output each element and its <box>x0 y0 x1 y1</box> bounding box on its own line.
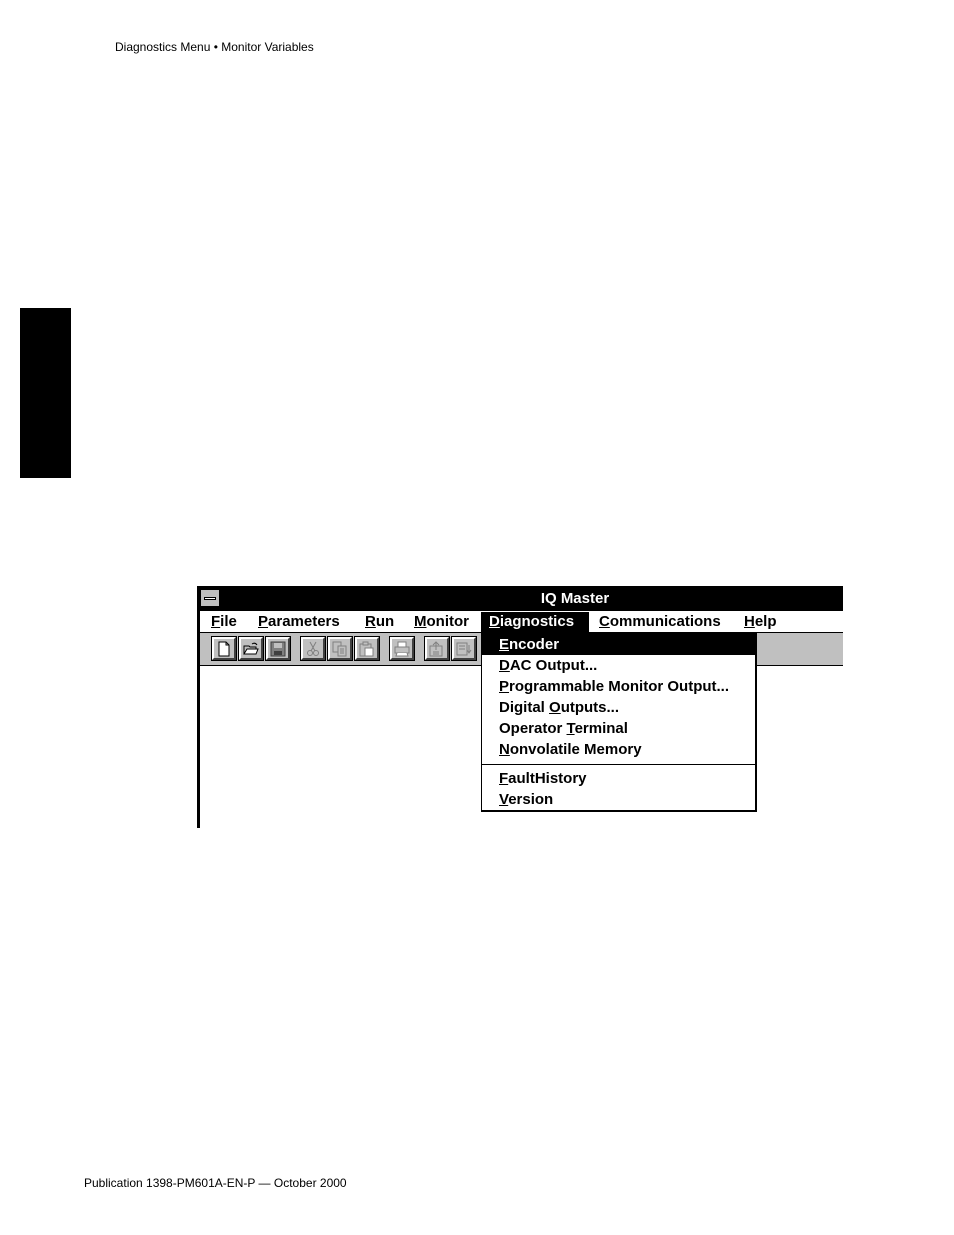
menu-run-label: un <box>375 613 395 630</box>
menu-file[interactable]: File <box>203 612 245 632</box>
menu-item-programmable-monitor-output-mnemonic: P <box>499 678 510 695</box>
menu-item-encoder-mnemonic: E <box>499 636 510 653</box>
download-button[interactable] <box>451 636 477 661</box>
iq-master-window: IQ Master File Parameters Run Monitor Di… <box>197 586 843 828</box>
menu-item-operator-terminal-mnemonic: T <box>566 720 575 737</box>
page-footer: Publication 1398-PM601A-EN-P — October 2… <box>84 1176 347 1190</box>
menu-parameters-label: arameters <box>268 613 340 630</box>
menu-parameters-mnemonic: P <box>258 613 269 630</box>
menu-bar: File Parameters Run Monitor Diagnostics … <box>200 611 843 633</box>
menu-item-nonvolatile-memory-mnemonic: N <box>499 741 510 758</box>
new-file-button[interactable] <box>211 636 237 661</box>
paste-button[interactable] <box>354 636 380 661</box>
menu-item-dac-output[interactable]: DAC Output... <box>482 655 756 676</box>
menu-run[interactable]: Run <box>357 612 402 632</box>
copy-icon <box>332 641 347 657</box>
window-title: IQ Master <box>540 590 610 607</box>
save-disk-icon <box>270 641 286 657</box>
menu-item-fault-history-mnemonic: F <box>499 770 509 787</box>
menu-item-fault-history[interactable]: FaultHistory <box>482 768 756 789</box>
menu-monitor[interactable]: Monitor <box>406 612 477 632</box>
paste-icon <box>359 641 374 657</box>
menu-item-operator-terminal-pre: Operator <box>499 720 567 737</box>
menu-diagnostics-label: iagnostics <box>499 613 575 630</box>
menu-item-fault-history-label: aultHistory <box>508 770 587 787</box>
menu-help[interactable]: Help <box>736 612 785 632</box>
menu-diagnostics[interactable]: Diagnostics <box>481 612 589 632</box>
menu-item-version[interactable]: Version <box>482 789 756 810</box>
cut-scissors-icon <box>307 641 319 656</box>
menu-item-operator-terminal-label: erminal <box>574 720 628 737</box>
chapter-side-tab <box>20 308 71 478</box>
menu-item-version-mnemonic: V <box>499 791 509 808</box>
menu-item-dac-output-label: AC Output... <box>509 657 598 674</box>
print-icon <box>394 641 410 657</box>
menu-item-encoder[interactable]: Encoder <box>482 634 756 655</box>
menu-monitor-mnemonic: M <box>414 613 427 630</box>
menu-file-label: ile <box>220 613 237 630</box>
upload-button[interactable] <box>424 636 450 661</box>
open-button[interactable] <box>238 636 264 661</box>
menu-item-digital-outputs[interactable]: Digital Outputs... <box>482 697 756 718</box>
menu-communications-mnemonic: C <box>599 613 610 630</box>
menu-parameters[interactable]: Parameters <box>250 612 348 632</box>
new-file-icon <box>218 641 230 657</box>
page-header: Diagnostics Menu • Monitor Variables <box>115 40 314 54</box>
print-button[interactable] <box>389 636 415 661</box>
menu-diagnostics-mnemonic: D <box>489 613 500 630</box>
open-folder-icon <box>243 642 259 655</box>
menu-separator <box>482 764 756 765</box>
upload-icon <box>429 641 443 657</box>
diagnostics-dropdown: Encoder DAC Output... Programmable Monit… <box>481 633 757 812</box>
menu-item-dac-output-mnemonic: D <box>499 657 510 674</box>
menu-run-mnemonic: R <box>365 613 376 630</box>
cut-button[interactable] <box>300 636 326 661</box>
menu-communications-label: ommunications <box>609 613 721 630</box>
menu-help-label: elp <box>754 613 777 630</box>
menu-item-programmable-monitor-output-label: rogrammable Monitor Output... <box>509 678 730 695</box>
title-bar: IQ Master <box>197 586 843 611</box>
menu-file-mnemonic: F <box>211 613 221 630</box>
menu-item-digital-outputs-mnemonic: O <box>549 699 561 716</box>
menu-communications[interactable]: Communications <box>591 612 729 632</box>
menu-item-encoder-label: ncoder <box>509 636 560 653</box>
menu-item-version-label: ersion <box>508 791 554 808</box>
menu-monitor-label: onitor <box>426 613 470 630</box>
menu-item-digital-outputs-label: utputs... <box>560 699 620 716</box>
save-button[interactable] <box>265 636 291 661</box>
menu-item-digital-outputs-pre: Digital <box>499 699 550 716</box>
menu-help-mnemonic: H <box>744 613 755 630</box>
download-icon <box>456 642 472 656</box>
copy-button[interactable] <box>327 636 353 661</box>
menu-item-programmable-monitor-output[interactable]: Programmable Monitor Output... <box>482 676 756 697</box>
menu-item-nonvolatile-memory-label: onvolatile Memory <box>509 741 642 758</box>
menu-item-operator-terminal[interactable]: Operator Terminal <box>482 718 756 739</box>
menu-item-nonvolatile-memory[interactable]: Nonvolatile Memory <box>482 739 756 760</box>
